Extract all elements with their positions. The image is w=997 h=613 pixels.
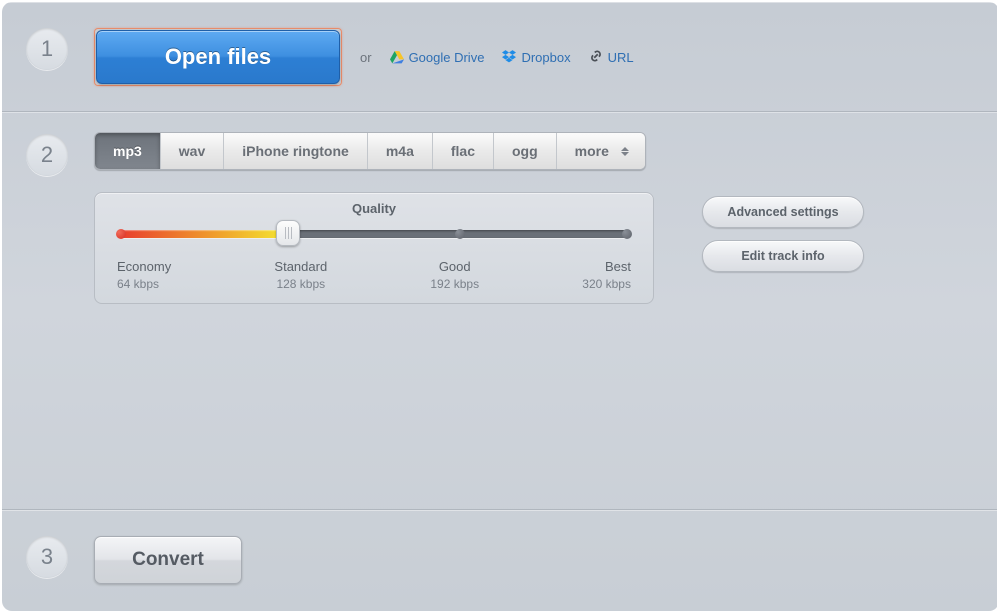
chevron-updown-icon <box>621 143 633 159</box>
open-files-button[interactable]: Open files <box>96 30 340 84</box>
quality-label-best: Best 320 kbps <box>582 258 631 292</box>
tab-more[interactable]: more <box>557 133 645 169</box>
quality-name-standard: Standard <box>274 259 327 274</box>
slider-thumb[interactable] <box>276 220 300 246</box>
quality-slider[interactable] <box>117 226 631 242</box>
step-2-section: 2 mp3 wav iPhone ringtone m4a flac ogg m… <box>2 112 997 510</box>
step-3-badge: 3 <box>26 536 68 578</box>
quality-bitrate-economy: 64 kbps <box>117 276 171 292</box>
quality-name-best: Best <box>605 259 631 274</box>
tab-ogg[interactable]: ogg <box>494 133 557 169</box>
link-icon <box>589 49 603 66</box>
open-files-highlight: Open files <box>94 28 342 86</box>
slider-stop-good <box>455 229 465 239</box>
audio-converter-app: 1 Open files or Google Drive Dropbox <box>2 2 997 611</box>
side-buttons: Advanced settings Edit track info <box>702 196 864 272</box>
quality-panel: Quality Economy 64 kbps Standard 128 kbp… <box>94 192 654 304</box>
advanced-settings-button[interactable]: Advanced settings <box>702 196 864 228</box>
quality-label-good: Good 192 kbps <box>430 258 479 292</box>
slider-fill <box>117 230 288 238</box>
source-url[interactable]: URL <box>589 49 634 66</box>
google-drive-icon <box>390 50 404 64</box>
step-1-section: 1 Open files or Google Drive Dropbox <box>2 2 997 112</box>
step-3-section: 3 Convert <box>2 510 997 611</box>
quality-bitrate-standard: 128 kbps <box>274 276 327 292</box>
quality-label-standard: Standard 128 kbps <box>274 258 327 292</box>
format-tab-bar: mp3 wav iPhone ringtone m4a flac ogg mor… <box>94 132 646 170</box>
slider-labels: Economy 64 kbps Standard 128 kbps Good 1… <box>117 258 631 292</box>
url-label: URL <box>608 50 634 65</box>
google-drive-label: Google Drive <box>409 50 485 65</box>
slider-stop-economy <box>116 229 126 239</box>
quality-bitrate-best: 320 kbps <box>582 276 631 292</box>
source-google-drive[interactable]: Google Drive <box>390 50 485 65</box>
dropbox-label: Dropbox <box>521 50 570 65</box>
tab-flac[interactable]: flac <box>433 133 494 169</box>
quality-label-economy: Economy 64 kbps <box>117 258 171 292</box>
tab-more-label: more <box>575 143 609 159</box>
dropbox-icon <box>502 49 516 66</box>
quality-name-good: Good <box>439 259 471 274</box>
quality-name-economy: Economy <box>117 259 171 274</box>
slider-stop-best <box>622 229 632 239</box>
step-2-badge: 2 <box>26 134 68 176</box>
open-files-row: Open files or Google Drive Dropbox URL <box>94 28 969 86</box>
tab-m4a[interactable]: m4a <box>368 133 433 169</box>
quality-bitrate-good: 192 kbps <box>430 276 479 292</box>
tab-mp3[interactable]: mp3 <box>95 133 161 169</box>
source-dropbox[interactable]: Dropbox <box>502 49 570 66</box>
tab-iphone-ringtone[interactable]: iPhone ringtone <box>224 133 368 169</box>
convert-button[interactable]: Convert <box>94 536 242 584</box>
edit-track-info-button[interactable]: Edit track info <box>702 240 864 272</box>
quality-title: Quality <box>117 201 631 216</box>
tab-wav[interactable]: wav <box>161 133 224 169</box>
step-1-badge: 1 <box>26 28 68 70</box>
or-label: or <box>360 50 372 65</box>
